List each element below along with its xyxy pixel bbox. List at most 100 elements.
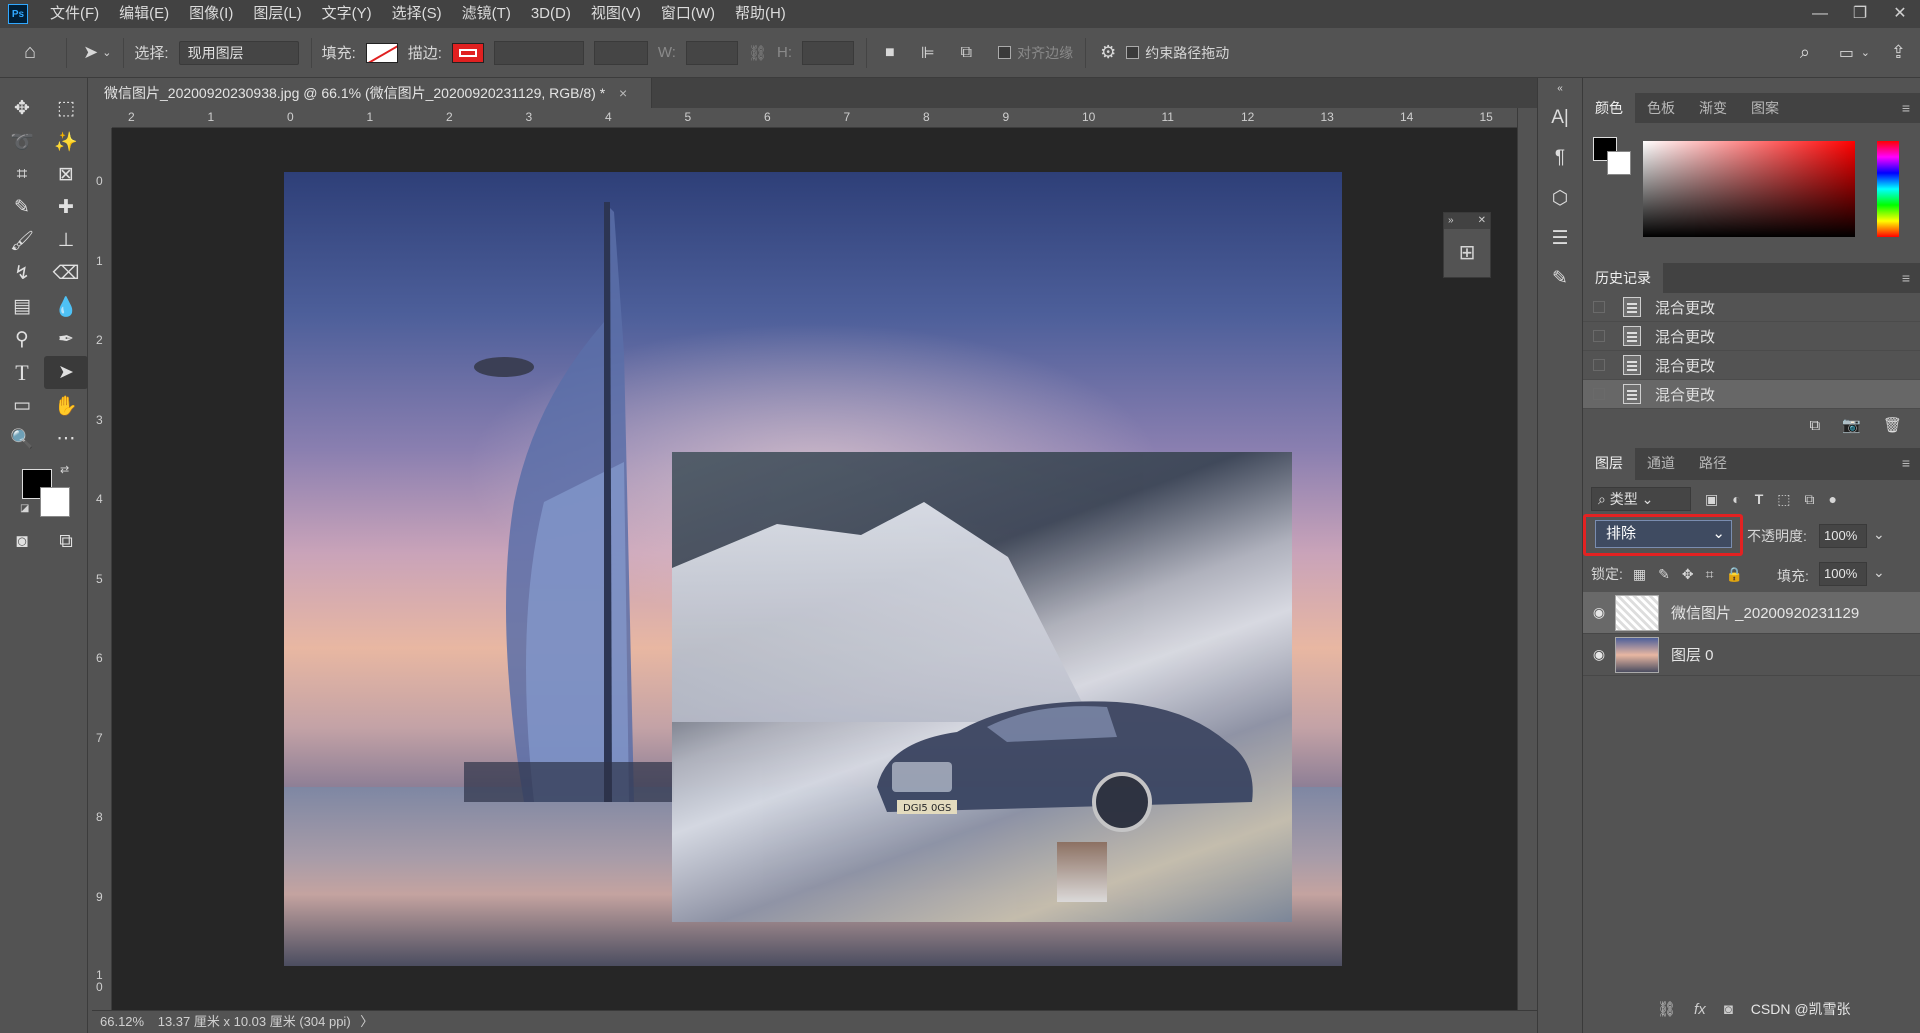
document-canvas[interactable]: DGI5 0GS: [284, 172, 1342, 966]
expand-icon[interactable]: »: [1448, 213, 1454, 229]
frame-tool-icon[interactable]: ⊠: [44, 158, 88, 191]
path-arrangement-icon[interactable]: ⧉: [961, 44, 972, 62]
menu-file[interactable]: 文件(F): [40, 0, 109, 28]
history-item[interactable]: 混合更改: [1583, 351, 1920, 380]
eye-icon[interactable]: ◉: [1583, 604, 1615, 621]
menu-view[interactable]: 视图(V): [581, 0, 651, 28]
filter-smart-object-icon[interactable]: ⧉: [1805, 491, 1815, 508]
constrain-path-checkbox[interactable]: 约束路径拖动: [1126, 43, 1229, 63]
select-dropdown[interactable]: 现用图层: [178, 40, 299, 65]
stroke-swatch[interactable]: [451, 42, 484, 63]
tab-channels[interactable]: 通道: [1635, 448, 1687, 480]
menu-3d[interactable]: 3D(D): [521, 0, 581, 28]
hand-tool-icon[interactable]: ✋: [44, 389, 88, 422]
color-picker-field[interactable]: [1643, 141, 1855, 237]
tab-paths[interactable]: 路径: [1687, 448, 1739, 480]
background-color-swatch[interactable]: [40, 487, 70, 517]
filter-type-icon[interactable]: T: [1755, 491, 1764, 507]
home-icon[interactable]: ⌂: [24, 41, 36, 64]
paragraph-panel-icon[interactable]: ¶: [1538, 138, 1582, 178]
history-brush-icon[interactable]: ↯: [0, 257, 44, 290]
properties-icon[interactable]: ⊞: [1444, 229, 1490, 277]
path-selection-tool-icon[interactable]: ➤: [83, 42, 98, 63]
lock-position-icon[interactable]: ✥: [1682, 566, 1694, 583]
history-item[interactable]: 混合更改: [1583, 322, 1920, 351]
layer-row[interactable]: ◉ 微信图片 _20200920231129: [1583, 592, 1920, 634]
search-icon[interactable]: ⌕: [1800, 42, 1810, 63]
height-input[interactable]: [802, 40, 855, 65]
pen-tool-icon[interactable]: ✒: [44, 323, 88, 356]
menu-window[interactable]: 窗口(W): [651, 0, 725, 28]
vertical-scrollbar[interactable]: [1517, 108, 1537, 1010]
stroke-type-dropdown[interactable]: [593, 40, 648, 65]
lock-artboard-icon[interactable]: ⌗: [1706, 566, 1714, 583]
panel-menu-icon[interactable]: ≡: [1902, 93, 1920, 123]
layer-filter-dropdown[interactable]: ⌕ 类型 ⌄: [1591, 487, 1691, 511]
move-tool-icon[interactable]: ✥: [0, 92, 44, 125]
layer-row[interactable]: ◉ 图层 0: [1583, 634, 1920, 676]
brush-tool-icon[interactable]: 🖌: [0, 224, 44, 257]
link-icon[interactable]: ⛓: [748, 44, 767, 62]
fill-input[interactable]: 100%: [1819, 562, 1867, 586]
tab-history[interactable]: 历史记录: [1583, 263, 1663, 293]
history-item[interactable]: 混合更改: [1583, 293, 1920, 322]
minimize-icon[interactable]: —: [1800, 0, 1840, 28]
share-icon[interactable]: ⇪: [1891, 42, 1906, 63]
menu-help[interactable]: 帮助(H): [725, 0, 796, 28]
lock-all-icon[interactable]: 🔒: [1725, 566, 1742, 583]
filter-shape-icon[interactable]: ⬚: [1777, 491, 1790, 508]
layer-name[interactable]: 微信图片 _20200920231129: [1671, 602, 1859, 623]
menu-filter[interactable]: 滤镜(T): [452, 0, 521, 28]
lock-transparent-icon[interactable]: ▦: [1633, 566, 1646, 583]
magic-wand-icon[interactable]: ✨: [44, 125, 88, 158]
zoom-tool-icon[interactable]: 🔍: [0, 422, 44, 455]
lasso-tool-icon[interactable]: ➰: [0, 125, 44, 158]
tab-patterns[interactable]: 图案: [1739, 93, 1791, 123]
filter-pixel-icon[interactable]: ▣: [1705, 491, 1718, 508]
default-colors-icon[interactable]: ◪: [20, 503, 29, 514]
clone-stamp-icon[interactable]: ⊥: [44, 224, 88, 257]
history-item[interactable]: 混合更改: [1583, 380, 1920, 409]
direct-selection-icon[interactable]: ➤: [44, 356, 88, 389]
tab-gradients[interactable]: 渐变: [1687, 93, 1739, 123]
menu-image[interactable]: 图像(I): [179, 0, 243, 28]
menu-select[interactable]: 选择(S): [382, 0, 452, 28]
quick-mask-icon[interactable]: ◙: [0, 525, 44, 558]
dodge-tool-icon[interactable]: ⚲: [0, 323, 44, 356]
menu-type[interactable]: 文字(Y): [312, 0, 382, 28]
tab-layers[interactable]: 图层: [1583, 448, 1635, 480]
canvas-area[interactable]: DGI5 0GS » ✕ ⊞: [112, 128, 1517, 1010]
3d-panel-icon[interactable]: ⬡: [1538, 178, 1582, 218]
width-input[interactable]: [685, 40, 738, 65]
marquee-tool-icon[interactable]: ⬚: [44, 92, 88, 125]
history-menu-icon[interactable]: ≡: [1902, 263, 1920, 293]
blur-tool-icon[interactable]: 💧: [44, 290, 88, 323]
lock-pixels-icon[interactable]: ✎: [1658, 566, 1670, 583]
adjustments-panel-icon[interactable]: ☰: [1538, 218, 1582, 258]
hue-slider[interactable]: [1877, 141, 1899, 237]
status-arrow-icon[interactable]: 〉: [360, 1014, 373, 1029]
healing-brush-icon[interactable]: ✚: [44, 191, 88, 224]
opacity-input[interactable]: 100%: [1819, 524, 1867, 548]
layer-name[interactable]: 图层 0: [1671, 644, 1714, 665]
zoom-level[interactable]: 66.12%: [100, 1014, 144, 1029]
restore-icon[interactable]: ❐: [1840, 0, 1880, 28]
menu-edit[interactable]: 编辑(E): [109, 0, 179, 28]
path-operations-icon[interactable]: ■: [885, 44, 895, 62]
fill-slider-icon[interactable]: ⌄: [1873, 564, 1885, 581]
tab-swatches[interactable]: 色板: [1635, 93, 1687, 123]
layer-mask-icon[interactable]: ◙: [1724, 1001, 1733, 1018]
menu-layer[interactable]: 图层(L): [243, 0, 311, 28]
close-tab-icon[interactable]: ×: [619, 85, 627, 101]
chevron-down-icon[interactable]: ⌄: [102, 46, 111, 59]
eraser-icon[interactable]: ⌫: [44, 257, 88, 290]
filter-adjustment-icon[interactable]: ◐: [1732, 491, 1740, 507]
crop-tool-icon[interactable]: ⌗: [0, 158, 44, 191]
link-layers-icon[interactable]: ⛓: [1657, 1000, 1676, 1018]
close-window-icon[interactable]: ✕: [1880, 0, 1920, 28]
new-document-from-state-icon[interactable]: ⧉: [1810, 417, 1821, 434]
document-tab[interactable]: 微信图片_20200920230938.jpg @ 66.1% (微信图片_20…: [92, 78, 652, 108]
workspace-chevron-icon[interactable]: ⌄: [1861, 46, 1870, 59]
more-tools-icon[interactable]: ⋯: [44, 422, 88, 455]
rectangle-tool-icon[interactable]: ▭: [0, 389, 44, 422]
